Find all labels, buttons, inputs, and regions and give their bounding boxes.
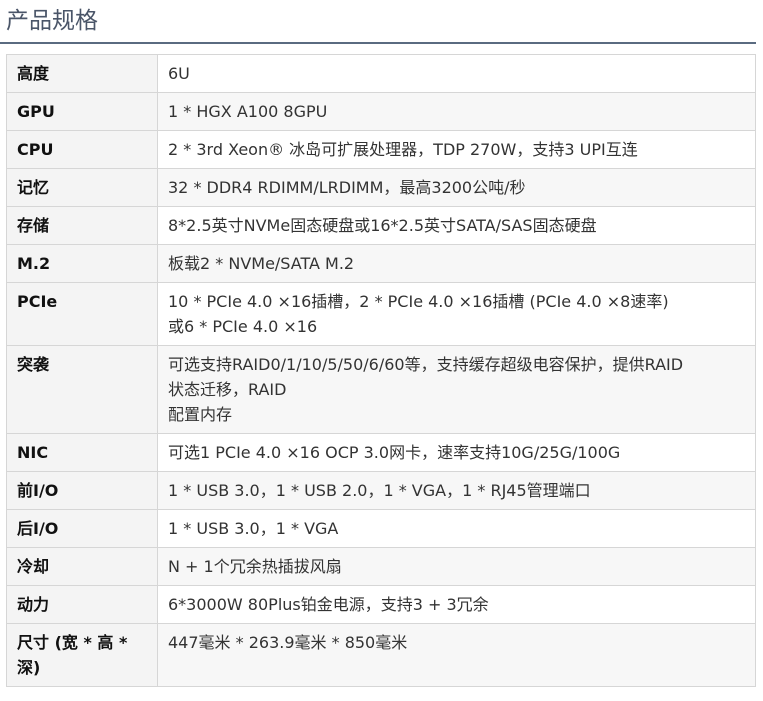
spec-label-rear-io: 后I/O: [6, 509, 158, 548]
table-row: M.2 板载2 * NVMe/SATA M.2: [6, 244, 756, 283]
spec-label-height: 高度: [6, 54, 158, 93]
spec-value-line: 447毫米 * 263.9毫米 * 850毫米: [168, 633, 408, 652]
table-row: 存储 8*2.5英寸NVMe固态硬盘或16*2.5英寸SATA/SAS固态硬盘: [6, 206, 756, 245]
table-row: 动力 6*3000W 80Plus铂金电源，支持3 + 3冗余: [6, 585, 756, 624]
spec-value-line: 8*2.5英寸NVMe固态硬盘或16*2.5英寸SATA/SAS固态硬盘: [168, 216, 597, 235]
spec-label-memory: 记忆: [6, 168, 158, 207]
spec-label-storage: 存储: [6, 206, 158, 245]
spec-value-line: 2 * 3rd Xeon® 冰岛可扩展处理器，TDP 270W，支持3 UPI互…: [168, 140, 638, 159]
spec-table: 高度 6U GPU 1 * HGX A100 8GPU CPU 2 * 3rd …: [6, 54, 756, 687]
table-row: 记忆 32 * DDR4 RDIMM/LRDIMM，最高3200公吨/秒: [6, 168, 756, 207]
table-row: GPU 1 * HGX A100 8GPU: [6, 92, 756, 131]
table-row: 高度 6U: [6, 54, 756, 93]
table-row: 后I/O 1 * USB 3.0，1 * VGA: [6, 509, 756, 548]
spec-value-line: N + 1个冗余热插拔风扇: [168, 557, 342, 576]
table-row: 尺寸 (宽 * 高 * 深) 447毫米 * 263.9毫米 * 850毫米: [6, 623, 756, 687]
spec-value-m2: 板载2 * NVMe/SATA M.2: [157, 244, 756, 283]
spec-value-line: 状态迁移，RAID: [168, 380, 287, 399]
spec-value-line: 1 * HGX A100 8GPU: [168, 102, 328, 121]
spec-value-storage: 8*2.5英寸NVMe固态硬盘或16*2.5英寸SATA/SAS固态硬盘: [157, 206, 756, 245]
spec-value-pcie: 10 * PCIe 4.0 ×16插槽，2 * PCIe 4.0 ×16插槽 (…: [157, 282, 756, 346]
spec-value-raid: 可选支持RAID0/1/10/5/50/6/60等，支持缓存超级电容保护，提供R…: [157, 345, 756, 434]
spec-value-gpu: 1 * HGX A100 8GPU: [157, 92, 756, 131]
table-row: NIC 可选1 PCIe 4.0 ×16 OCP 3.0网卡，速率支持10G/2…: [6, 433, 756, 472]
spec-value-nic: 可选1 PCIe 4.0 ×16 OCP 3.0网卡，速率支持10G/25G/1…: [157, 433, 756, 472]
spec-value-line: 32 * DDR4 RDIMM/LRDIMM，最高3200公吨/秒: [168, 178, 526, 197]
spec-label-cooling: 冷却: [6, 547, 158, 586]
table-row: CPU 2 * 3rd Xeon® 冰岛可扩展处理器，TDP 270W，支持3 …: [6, 130, 756, 169]
spec-value-cooling: N + 1个冗余热插拔风扇: [157, 547, 756, 586]
spec-value-height: 6U: [157, 54, 756, 93]
spec-value-front-io: 1 * USB 3.0，1 * USB 2.0，1 * VGA，1 * RJ45…: [157, 471, 756, 510]
spec-value-line: 10 * PCIe 4.0 ×16插槽，2 * PCIe 4.0 ×16插槽 (…: [168, 292, 669, 311]
spec-value-line: 可选1 PCIe 4.0 ×16 OCP 3.0网卡，速率支持10G/25G/1…: [168, 443, 621, 462]
spec-value-cpu: 2 * 3rd Xeon® 冰岛可扩展处理器，TDP 270W，支持3 UPI互…: [157, 130, 756, 169]
spec-value-line: 1 * USB 3.0，1 * USB 2.0，1 * VGA，1 * RJ45…: [168, 481, 591, 500]
spec-label-pcie: PCIe: [6, 282, 158, 346]
spec-value-line: 6*3000W 80Plus铂金电源，支持3 + 3冗余: [168, 595, 489, 614]
spec-value-line: 板载2 * NVMe/SATA M.2: [168, 254, 355, 273]
spec-label-power: 动力: [6, 585, 158, 624]
spec-label-m2: M.2: [6, 244, 158, 283]
spec-label-cpu: CPU: [6, 130, 158, 169]
table-row: 突袭 可选支持RAID0/1/10/5/50/6/60等，支持缓存超级电容保护，…: [6, 345, 756, 434]
spec-label-gpu: GPU: [6, 92, 158, 131]
spec-value-line: 配置内存: [168, 405, 233, 424]
spec-value-rear-io: 1 * USB 3.0，1 * VGA: [157, 509, 756, 548]
table-row: 前I/O 1 * USB 3.0，1 * USB 2.0，1 * VGA，1 *…: [6, 471, 756, 510]
spec-value-dimensions: 447毫米 * 263.9毫米 * 850毫米: [157, 623, 756, 687]
spec-value-line: 1 * USB 3.0，1 * VGA: [168, 519, 339, 538]
spec-value-line: 或6 * PCIe 4.0 ×16: [168, 317, 318, 336]
spec-value-power: 6*3000W 80Plus铂金电源，支持3 + 3冗余: [157, 585, 756, 624]
spec-value-memory: 32 * DDR4 RDIMM/LRDIMM，最高3200公吨/秒: [157, 168, 756, 207]
spec-label-front-io: 前I/O: [6, 471, 158, 510]
spec-label-dimensions: 尺寸 (宽 * 高 * 深): [6, 623, 158, 687]
spec-value-line: 6U: [168, 64, 190, 83]
title-divider: [0, 42, 756, 44]
spec-value-line: 可选支持RAID0/1/10/5/50/6/60等，支持缓存超级电容保护，提供R…: [168, 355, 684, 374]
table-row: 冷却 N + 1个冗余热插拔风扇: [6, 547, 756, 586]
page-title: 产品规格: [6, 8, 98, 34]
spec-label-raid: 突袭: [6, 345, 158, 434]
table-row: PCIe 10 * PCIe 4.0 ×16插槽，2 * PCIe 4.0 ×1…: [6, 282, 756, 346]
spec-label-nic: NIC: [6, 433, 158, 472]
spec-table-body: 高度 6U GPU 1 * HGX A100 8GPU CPU 2 * 3rd …: [6, 54, 756, 687]
